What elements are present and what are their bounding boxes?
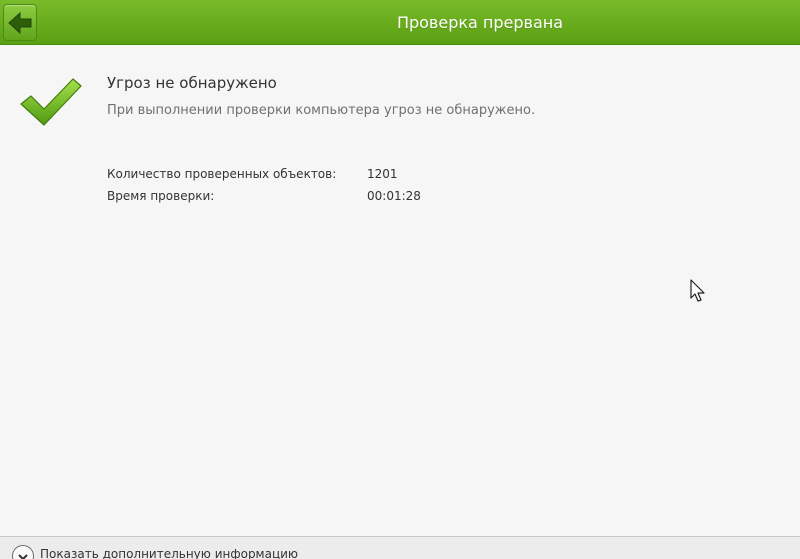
arrow-left-icon <box>8 11 32 34</box>
mouse-pointer-icon <box>690 279 706 307</box>
header-bar: Проверка прервана <box>0 0 800 45</box>
stat-label: Количество проверенных объектов: <box>107 167 337 181</box>
expand-toggle-button[interactable] <box>12 545 34 559</box>
chevron-down-icon <box>17 547 29 559</box>
page-title: Проверка прервана <box>396 13 564 32</box>
stat-value: 00:01:28 <box>367 189 421 203</box>
stat-row-objects: Количество проверенных объектов: 1201 <box>107 163 421 185</box>
footer-bar: Показать дополнительную информацию <box>0 536 800 559</box>
back-button[interactable] <box>3 4 37 41</box>
scan-stats: Количество проверенных объектов: 1201 Вр… <box>107 163 421 207</box>
result-description: При выполнении проверки компьютера угроз… <box>107 103 536 118</box>
stat-row-time: Время проверки: 00:01:28 <box>107 185 421 207</box>
result-title: Угроз не обнаружено <box>107 74 277 92</box>
checkmark-icon <box>19 76 83 132</box>
show-more-info-link[interactable]: Показать дополнительную информацию <box>40 547 298 559</box>
stat-label: Время проверки: <box>107 189 215 203</box>
stat-value: 1201 <box>367 167 398 181</box>
